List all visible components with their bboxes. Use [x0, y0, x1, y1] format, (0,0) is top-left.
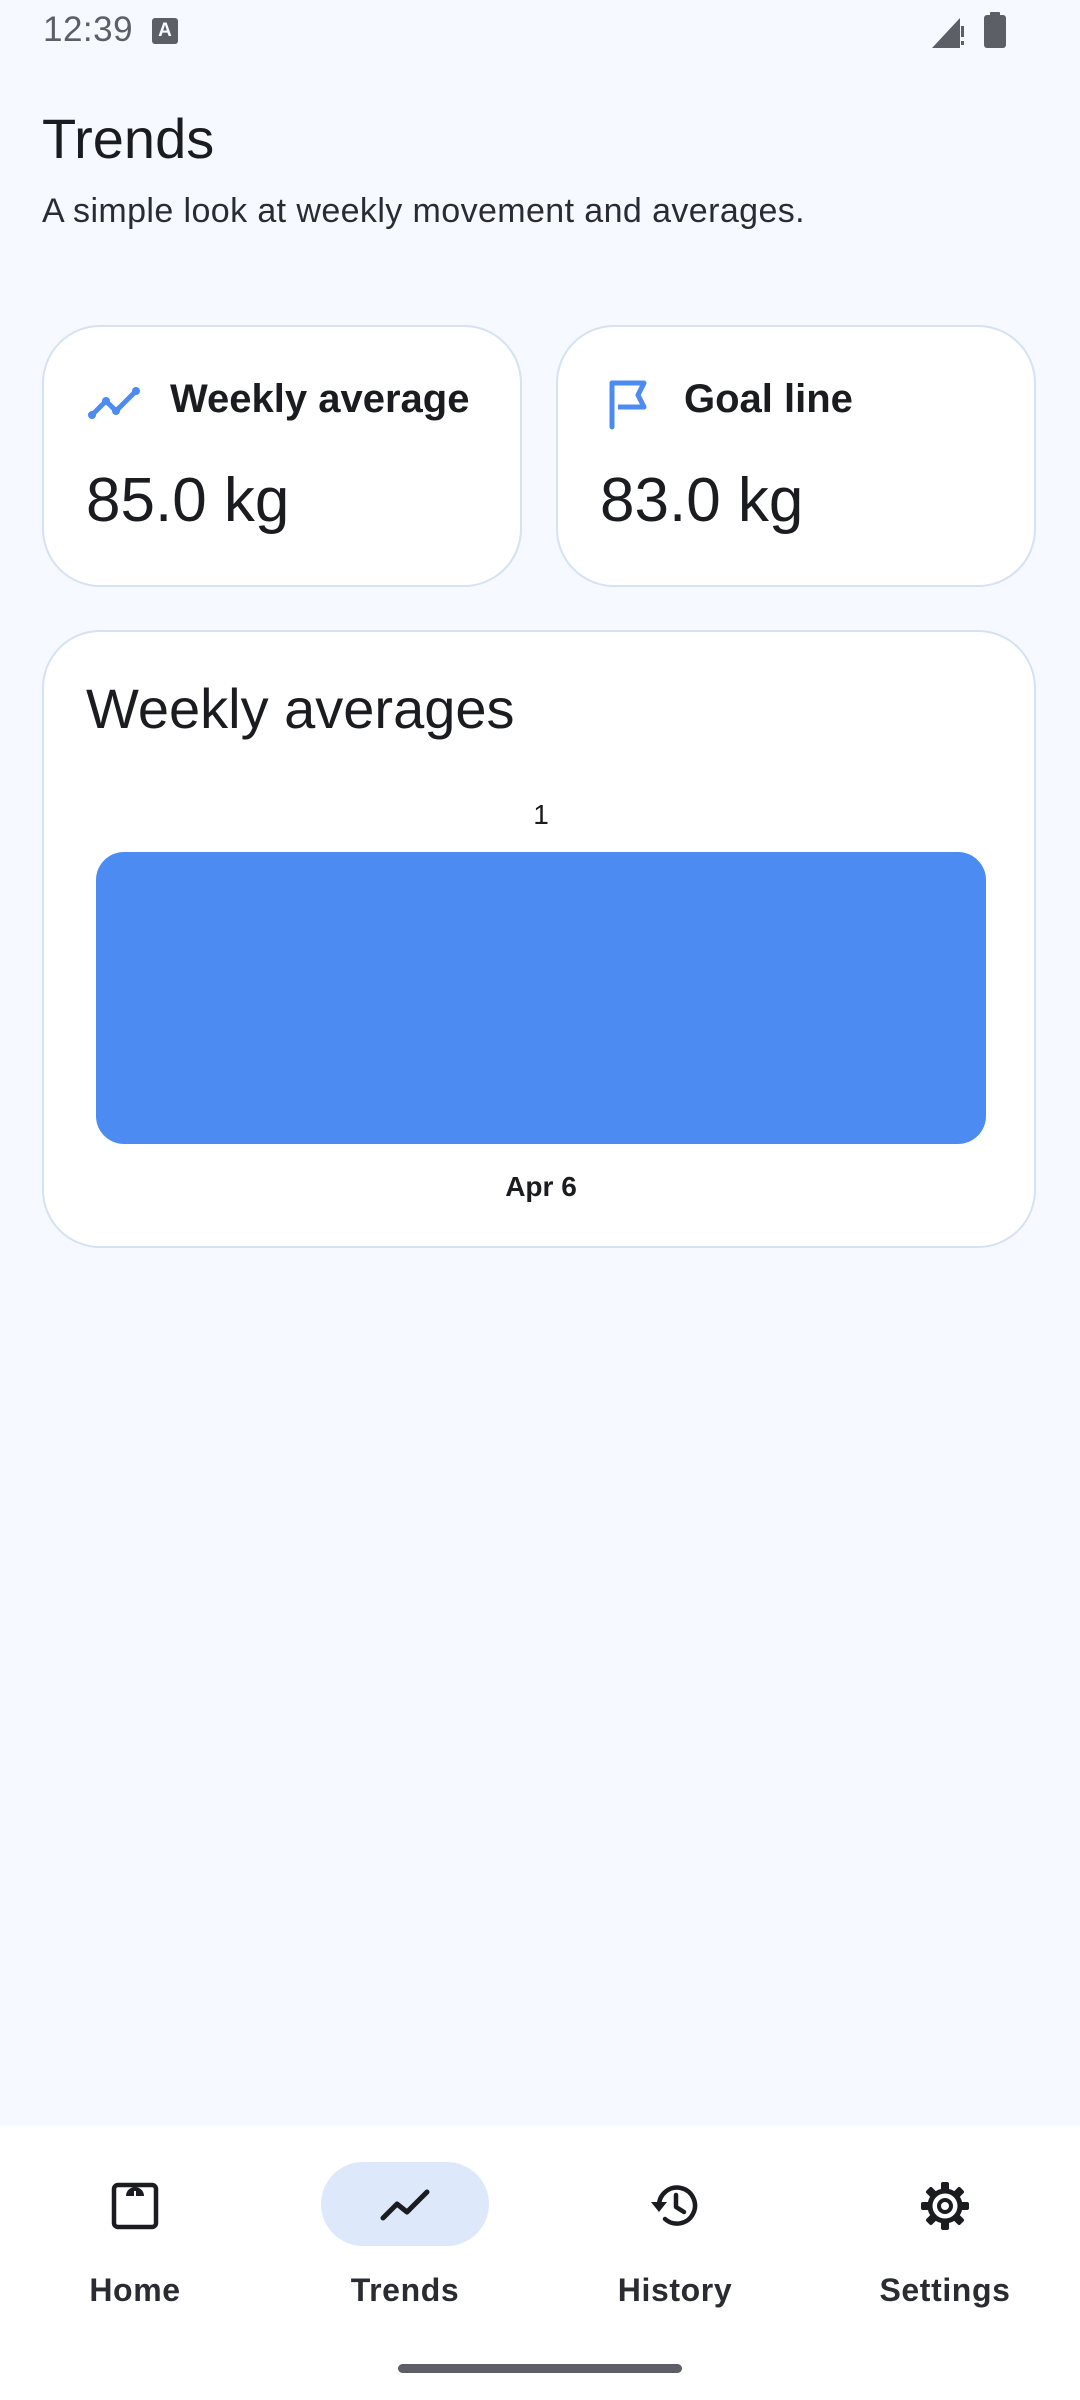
home-indicator[interactable]	[398, 2364, 682, 2373]
bottom-navigation: Home Trends History Settings	[0, 2126, 1080, 2400]
status-time: 12:39	[43, 10, 134, 49]
scale-icon	[111, 2182, 159, 2230]
battery-icon	[984, 12, 1006, 48]
trending-up-icon	[380, 2189, 430, 2221]
chart-tick-label: Apr 6	[505, 1171, 577, 1202]
goal-line-label: Goal line	[684, 377, 853, 421]
weekly-averages-card: Weekly averages 1 Apr 6	[42, 630, 1036, 1248]
weekly-average-value: 85.0 kg	[86, 466, 290, 535]
weekly-averages-chart: 1 Apr 6	[96, 799, 986, 1202]
notification-a-icon: A	[152, 18, 178, 44]
status-bar: 12:39 A	[0, 0, 1080, 64]
history-icon	[651, 2185, 698, 2226]
page-title: Trends	[42, 107, 215, 170]
chart-bar	[96, 852, 986, 1144]
gear-icon	[921, 2182, 969, 2230]
nav-item-history[interactable]: History	[540, 2162, 810, 2322]
nav-item-home[interactable]: Home	[0, 2162, 270, 2322]
trending-up-icon	[88, 387, 140, 419]
trends-screen: 12:39 A Trends A simple look at weekly m…	[0, 0, 1080, 2400]
weekly-average-card: Weekly average 85.0 kg	[42, 325, 522, 587]
nav-label-settings: Settings	[879, 2272, 1011, 2308]
nav-item-settings[interactable]: Settings	[810, 2162, 1080, 2322]
nav-label-trends: Trends	[350, 2272, 460, 2308]
page-subtitle: A simple look at weekly movement and ave…	[42, 192, 805, 230]
weekly-average-label: Weekly average	[170, 377, 470, 421]
signal-icon	[932, 18, 964, 48]
nav-label-home: Home	[89, 2272, 181, 2308]
flag-icon	[609, 380, 647, 430]
nav-item-trends[interactable]: Trends	[270, 2162, 540, 2322]
goal-line-card: Goal line 83.0 kg	[556, 325, 1036, 587]
nav-label-history: History	[617, 2272, 733, 2308]
goal-line-value: 83.0 kg	[600, 466, 804, 535]
chart-data-label: 1	[533, 799, 549, 830]
